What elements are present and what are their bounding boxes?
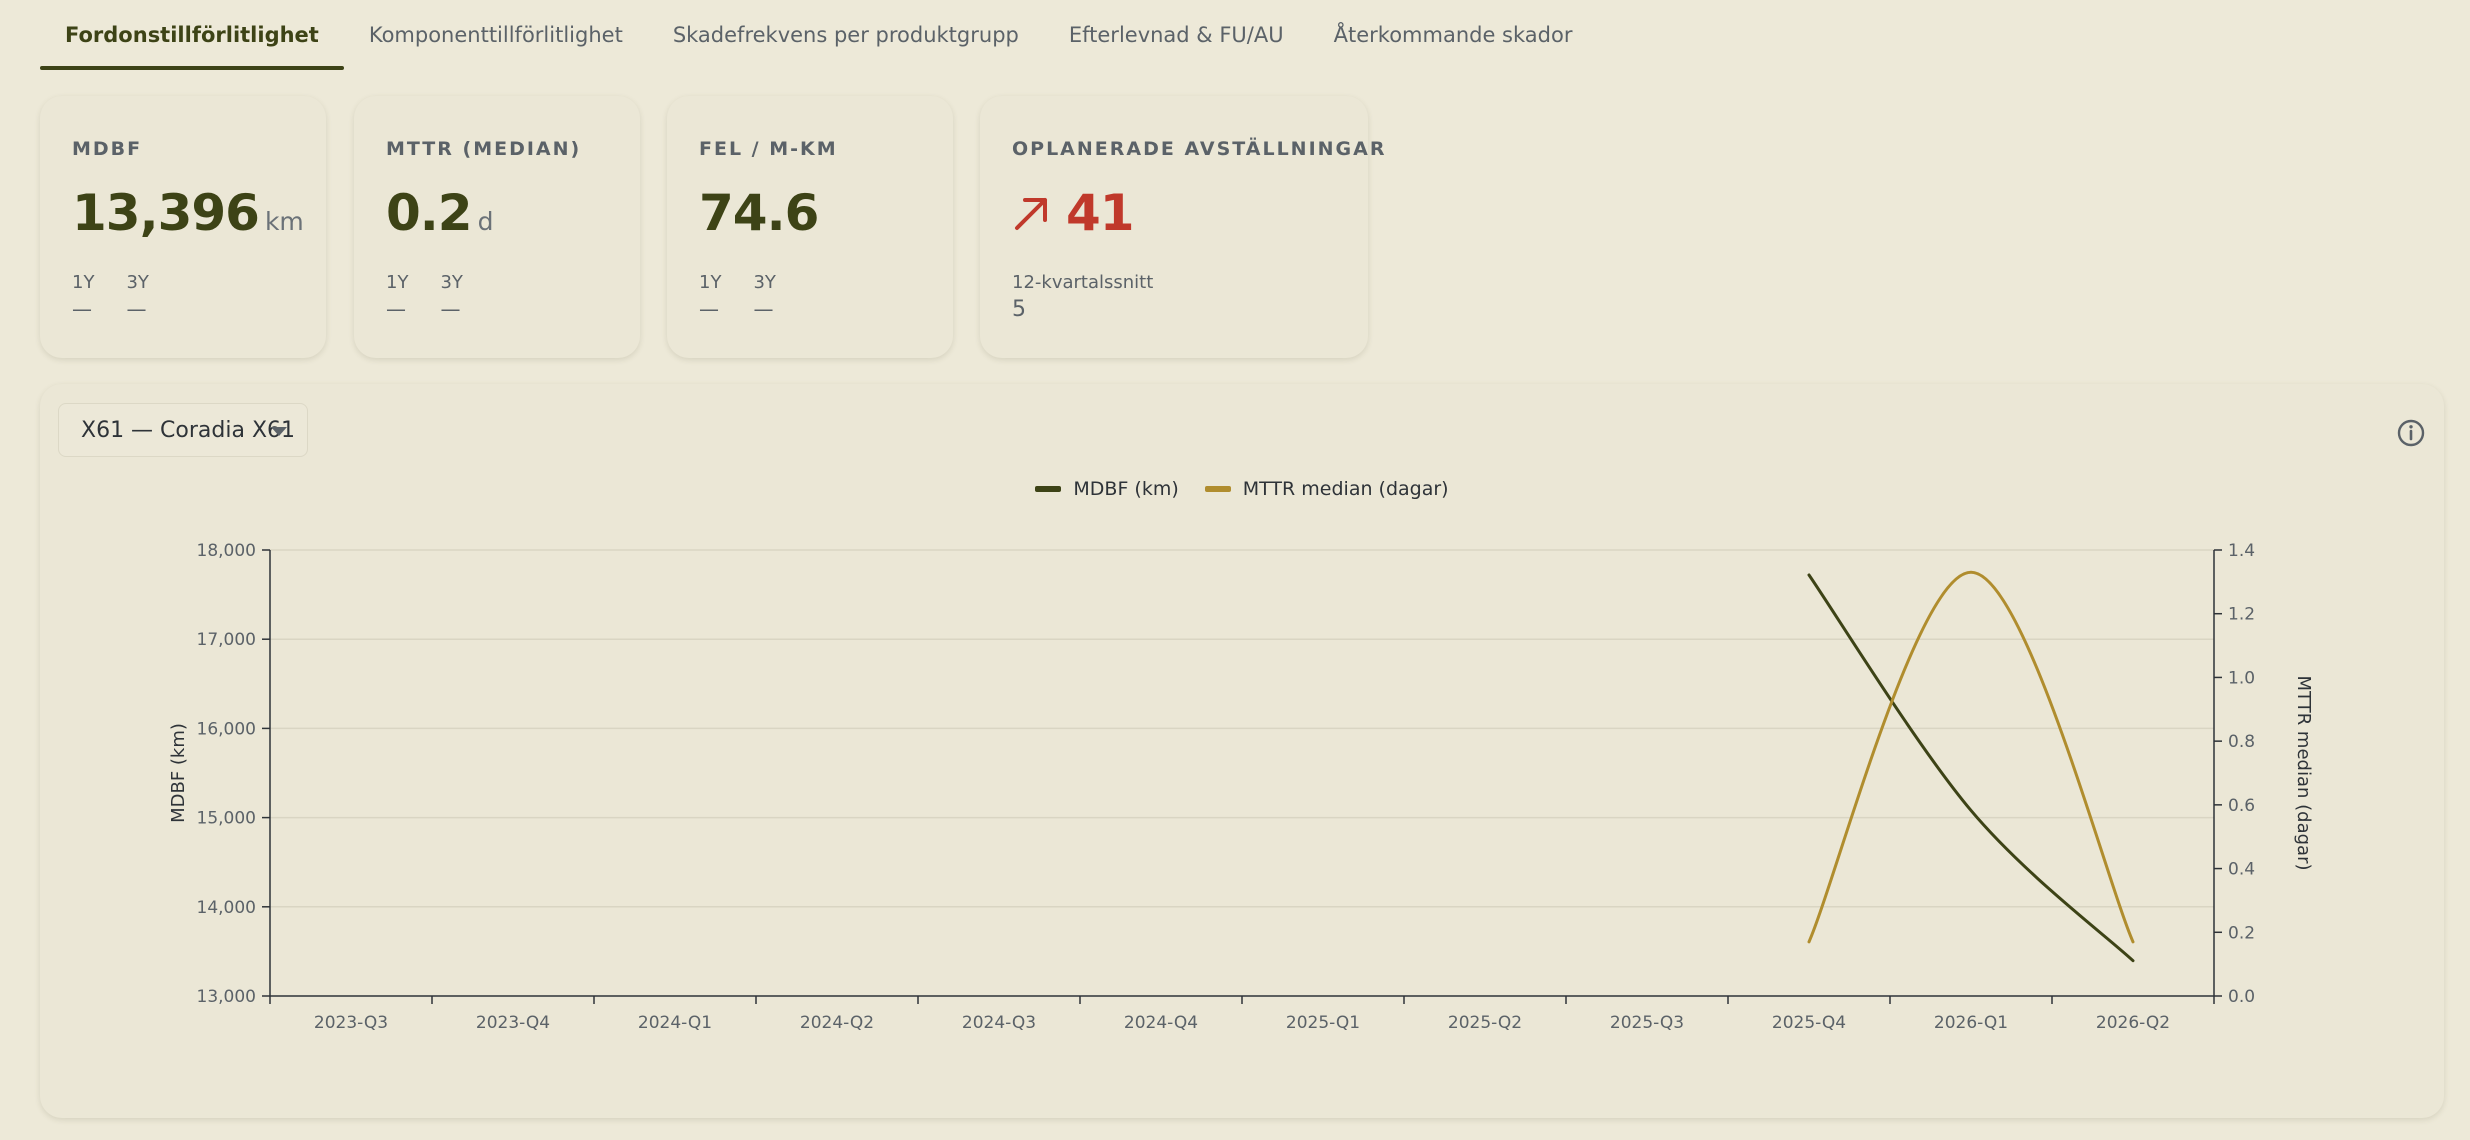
x-tick-label: 2026-Q1 <box>1934 1013 2008 1033</box>
x-tick-label: 2025-Q2 <box>1448 1013 1522 1033</box>
x-tick-label: 2025-Q1 <box>1286 1013 1360 1033</box>
kpi-title: FEL / M-KM <box>699 138 838 160</box>
period-value: — <box>440 297 461 321</box>
period-value: — <box>753 297 774 321</box>
y-left-tick-label: 14,000 <box>197 898 256 918</box>
period-value: — <box>72 297 92 321</box>
y-right-tick-label: 0.4 <box>2228 860 2255 880</box>
y-right-tick-label: 1.0 <box>2228 668 2255 688</box>
fleet-selector-value: X61 — Coradia X61 <box>81 417 296 443</box>
kpi-title: OPLANERADE AVSTÄLLNINGAR <box>1012 138 1387 160</box>
tab-skadefrekvens[interactable]: Skadefrekvens per produktgrupp <box>648 0 1044 70</box>
period-label: 3Y <box>126 272 149 293</box>
y-right-tick-label: 0.8 <box>2228 732 2255 752</box>
kpi-value: 74.6 <box>699 184 819 242</box>
tab-efterlevnad[interactable]: Efterlevnad & FU/AU <box>1044 0 1309 70</box>
chevron-down-icon <box>271 427 287 436</box>
kpi-average: 12-kvartalssnitt 5 <box>1012 272 1153 322</box>
kpi-value-row: 0.2 d <box>386 184 493 242</box>
y-left-tick-label: 15,000 <box>197 809 256 829</box>
kpi-value: 41 <box>1066 184 1135 242</box>
kpi-periods: 1Y — 3Y — <box>72 272 149 321</box>
period-label: 1Y <box>699 272 722 293</box>
y-left-tick-label: 13,000 <box>197 987 256 1007</box>
period-label: 3Y <box>753 272 776 293</box>
y-right-axis-title: MTTR median (dagar) <box>2293 676 2314 871</box>
tab-aterkommande-skador[interactable]: Återkommande skador <box>1309 0 1598 70</box>
average-value: 5 <box>1012 297 1026 322</box>
period-value: — <box>126 297 147 321</box>
y-left-tick-label: 16,000 <box>197 719 256 739</box>
kpi-title: MDBF <box>72 138 143 160</box>
kpi-value-row: 13,396 km <box>72 184 304 242</box>
kpi-unit: d <box>477 207 494 236</box>
y-right-tick-label: 0.6 <box>2228 796 2255 816</box>
x-tick-label: 2025-Q3 <box>1610 1013 1684 1033</box>
y-right-tick-label: 1.4 <box>2228 541 2255 561</box>
legend-item-mdbf[interactable]: MDBF (km) <box>1035 478 1179 500</box>
kpi-card-oplanerade-avstallningar: OPLANERADE AVSTÄLLNINGAR 41 12-kvartalss… <box>980 96 1384 358</box>
y-right-tick-label: 0.0 <box>2228 987 2255 1007</box>
kpi-unit: km <box>264 207 304 236</box>
y-left-tick-label: 18,000 <box>197 541 256 561</box>
chart-legend: MDBF (km) MTTR median (dagar) <box>40 478 2444 500</box>
kpi-periods: 1Y — 3Y — <box>699 272 776 321</box>
kpi-card-fel: FEL / M-KM 74.6 1Y — 3Y — <box>667 96 953 358</box>
kpi-card-mdbf: MDBF 13,396 km 1Y — 3Y — <box>40 96 326 358</box>
y-left-tick-label: 17,000 <box>197 630 256 650</box>
series-line-1 <box>1807 570 2135 944</box>
period-value: — <box>699 297 719 321</box>
x-tick-label: 2024-Q1 <box>638 1013 712 1033</box>
tab-bar: Fordonstillförlitlighet Komponenttillför… <box>40 0 1597 70</box>
period-value: — <box>386 297 406 321</box>
x-tick-label: 2023-Q4 <box>476 1013 550 1033</box>
x-tick-label: 2025-Q4 <box>1772 1013 1846 1033</box>
x-tick-label: 2023-Q3 <box>314 1013 388 1033</box>
period-label: 3Y <box>440 272 463 293</box>
kpi-value-row: 74.6 <box>699 184 819 242</box>
legend-swatch <box>1204 486 1231 492</box>
info-icon[interactable] <box>2396 418 2426 448</box>
x-tick-label: 2024-Q2 <box>800 1013 874 1033</box>
legend-label: MDBF (km) <box>1073 478 1179 500</box>
average-label: 12-kvartalssnitt <box>1012 272 1154 293</box>
legend-swatch <box>1035 486 1062 492</box>
period-label: 1Y <box>72 272 95 293</box>
x-tick-label: 2024-Q4 <box>1124 1013 1198 1033</box>
y-right-tick-label: 1.2 <box>2228 605 2255 625</box>
kpi-value: 0.2 <box>386 184 473 242</box>
tab-fordonstillforlitlighet[interactable]: Fordonstillförlitlighet <box>40 0 344 70</box>
y-right-tick-label: 0.2 <box>2228 923 2255 943</box>
fleet-selector[interactable]: X61 — Coradia X61 <box>58 403 308 457</box>
tab-komponenttillforlitlighet[interactable]: Komponenttillförlitlighet <box>344 0 648 70</box>
chart-panel: 13,000 14,000 15,000 16,000 17,000 18,000 0.0 0… <box>40 384 2444 1118</box>
arrow-up-right-icon <box>1015 198 1047 230</box>
kpi-title: MTTR (MEDIAN) <box>386 138 582 160</box>
x-tick-label: 2024-Q3 <box>962 1013 1036 1033</box>
x-tick-label: 2026-Q2 <box>2096 1013 2170 1033</box>
y-left-axis-title: MDBF (km) <box>168 723 189 823</box>
legend-label: MTTR median (dagar) <box>1242 478 1449 500</box>
kpi-periods: 1Y — 3Y — <box>386 272 463 321</box>
kpi-value-row: 41 <box>1012 184 1135 242</box>
period-label: 1Y <box>386 272 409 293</box>
kpi-card-mttr: MTTR (MEDIAN) 0.2 d 1Y — 3Y — <box>354 96 640 358</box>
kpi-value: 13,396 <box>72 184 260 242</box>
series-line-0 <box>1807 573 2135 963</box>
legend-item-mttr[interactable]: MTTR median (dagar) <box>1204 478 1449 500</box>
